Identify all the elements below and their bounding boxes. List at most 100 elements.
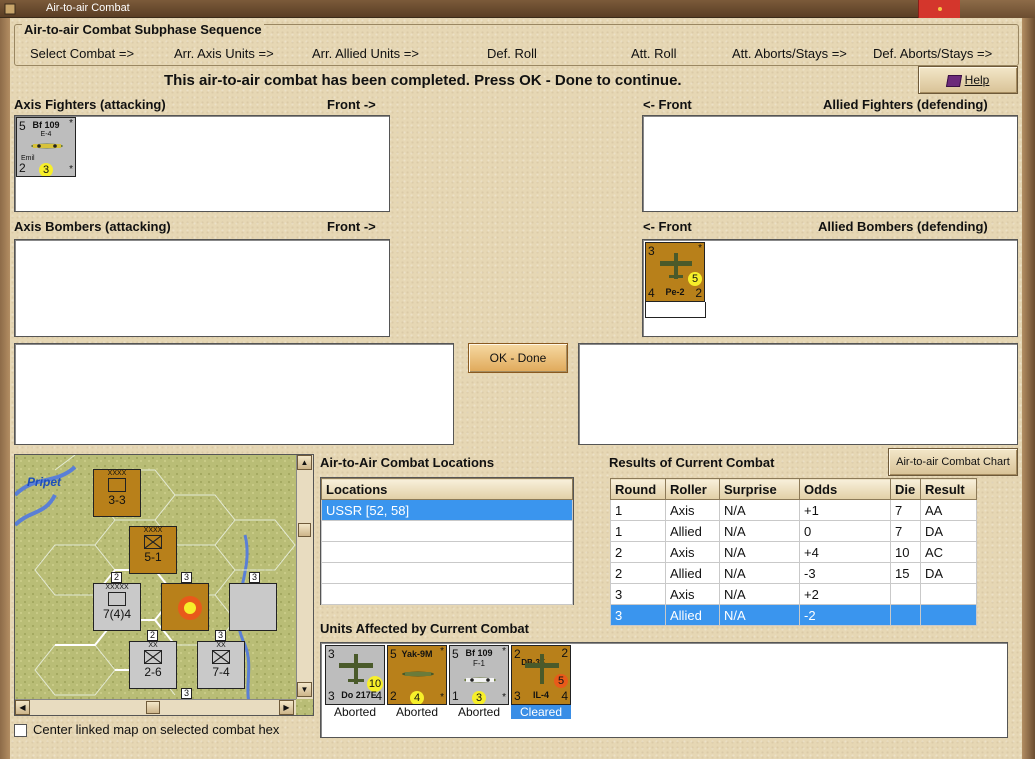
linked-map[interactable]: Pripet XXXX 3-3 XXXX 5-1 XXXXX 7(4)4 XX … bbox=[14, 454, 314, 716]
counter-range: 5 bbox=[688, 272, 702, 286]
vertical-scroll-thumb[interactable] bbox=[298, 523, 311, 537]
map-unit-counter-4[interactable]: XX 2-6 bbox=[129, 641, 177, 689]
map-unit-counter-1[interactable]: XXXX 3-3 bbox=[93, 469, 141, 517]
map-unit-size: XX bbox=[148, 642, 158, 649]
results-row-selected[interactable]: 3 Allied N/A -2 bbox=[610, 604, 977, 626]
affected-counter-bf109-f1[interactable]: 5 Bf 109 F-1 * 1 3 * bbox=[449, 645, 509, 705]
map-fighter-counter[interactable] bbox=[229, 583, 277, 631]
results-row[interactable]: 1 Axis N/A +1 7 AA bbox=[610, 499, 977, 521]
location-row-empty[interactable] bbox=[321, 583, 573, 605]
cell-die: 15 bbox=[890, 562, 921, 584]
counter-defense: 2 bbox=[390, 689, 397, 703]
affected-counter-yak9m[interactable]: 5 Yak-9M * 2 4 * bbox=[387, 645, 447, 705]
map-unit-strength: 5-1 bbox=[144, 550, 162, 564]
title-bar-decoration bbox=[960, 0, 1035, 18]
cell-result: AC bbox=[920, 541, 977, 563]
axis-message-box bbox=[14, 343, 454, 445]
counter-bomb: 2 bbox=[695, 286, 702, 300]
help-button[interactable]: Help bbox=[918, 66, 1018, 94]
stack-count-badge: 3 bbox=[181, 688, 192, 699]
allied-fighters-box[interactable] bbox=[642, 115, 1018, 212]
counter-name: Yak-9M bbox=[401, 649, 433, 659]
cell-roller: Allied bbox=[665, 520, 720, 542]
fighter-plane-icon bbox=[31, 143, 63, 149]
axis-fighters-label: Axis Fighters (attacking) bbox=[14, 97, 166, 112]
ok-done-button[interactable]: OK - Done bbox=[468, 343, 568, 373]
center-map-checkbox-label: Center linked map on selected combat hex bbox=[33, 722, 280, 737]
axis-bombers-label: Axis Bombers (attacking) bbox=[14, 219, 171, 234]
cell-roller: Axis bbox=[665, 541, 720, 563]
location-row-empty[interactable] bbox=[321, 562, 573, 584]
unit-counter-bf109-e4[interactable]: 5 Bf 109 E-4 * Emil 2 3 * bbox=[16, 117, 76, 177]
window-menu-icon[interactable] bbox=[4, 2, 40, 16]
map-unit-counter-5[interactable]: XX 7-4 bbox=[197, 641, 245, 689]
results-row[interactable]: 2 Axis N/A +4 10 AC bbox=[610, 541, 977, 563]
results-row[interactable]: 1 Allied N/A 0 7 DA bbox=[610, 520, 977, 542]
window-frame-left bbox=[0, 18, 10, 759]
results-row[interactable]: 3 Axis N/A +2 bbox=[610, 583, 977, 605]
stack-count-badge: 2 bbox=[147, 630, 158, 641]
allied-fighters-label: Allied Fighters (defending) bbox=[823, 97, 988, 112]
infantry-symbol-icon bbox=[144, 535, 162, 549]
map-vertical-scrollbar[interactable]: ▲ ▼ bbox=[296, 455, 313, 699]
stack-count-badge: 3 bbox=[249, 572, 260, 583]
horizontal-scroll-thumb[interactable] bbox=[146, 701, 160, 714]
counter-star-2: * bbox=[502, 692, 506, 703]
unit-counter-pe2[interactable]: 3 * 5 4 Pe-2 2 bbox=[645, 242, 705, 302]
help-button-label: Help bbox=[964, 73, 990, 87]
axis-bombers-front-label: Front -> bbox=[327, 219, 376, 234]
pe2-status-strip bbox=[645, 302, 706, 318]
affected-counter-il4[interactable]: 2 DB-3F 2 5 3 IL-4 4 bbox=[511, 645, 571, 705]
counter-range: 5 bbox=[554, 674, 568, 688]
scroll-down-button[interactable]: ▼ bbox=[297, 682, 312, 697]
status-message: This air-to-air combat has been complete… bbox=[164, 72, 682, 89]
center-map-checkbox[interactable] bbox=[14, 724, 27, 737]
close-button[interactable] bbox=[918, 0, 960, 18]
results-title: Results of Current Combat bbox=[609, 455, 775, 470]
cell-round: 2 bbox=[610, 562, 666, 584]
results-header-row: Round Roller Surprise Odds Die Result bbox=[610, 478, 977, 500]
counter-star-2: * bbox=[69, 164, 73, 175]
scroll-left-button[interactable]: ◀ bbox=[15, 700, 30, 715]
counter-star: * bbox=[698, 243, 702, 254]
scroll-right-button[interactable]: ▶ bbox=[279, 700, 294, 715]
map-unit-size: XXXX bbox=[107, 470, 127, 477]
help-book-icon bbox=[945, 74, 962, 87]
fighter-plane-icon bbox=[402, 671, 434, 677]
map-unit-size: XX bbox=[216, 642, 226, 649]
cell-odds: +2 bbox=[799, 583, 891, 605]
location-row-empty[interactable] bbox=[321, 541, 573, 563]
cell-result: DA bbox=[920, 520, 977, 542]
locations-title: Air-to-Air Combat Locations bbox=[320, 455, 495, 470]
results-row[interactable]: 2 Allied N/A -3 15 DA bbox=[610, 562, 977, 584]
map-unit-counter-3[interactable]: XXXXX 7(4)4 bbox=[93, 583, 141, 631]
affected-status: Aborted bbox=[395, 705, 439, 719]
affected-counter-do217[interactable]: 3 10 3 Do 217E 4 bbox=[325, 645, 385, 705]
map-unit-counter-2[interactable]: XXXX 5-1 bbox=[129, 526, 177, 574]
cell-surprise: N/A bbox=[719, 604, 800, 626]
axis-bombers-box[interactable] bbox=[14, 239, 390, 337]
locations-header: Locations bbox=[321, 478, 573, 500]
map-air-unit-stack[interactable] bbox=[161, 583, 209, 631]
cell-die: 10 bbox=[890, 541, 921, 563]
counter-bomb: 4 bbox=[561, 689, 568, 703]
window-frame-right bbox=[1022, 18, 1035, 759]
cell-die bbox=[890, 583, 921, 605]
results-header-round: Round bbox=[610, 478, 666, 500]
seq-step-def-aborts: Def. Aborts/Stays => bbox=[873, 46, 993, 61]
axis-fighters-front-label: Front -> bbox=[327, 97, 376, 112]
location-row-empty[interactable] bbox=[321, 520, 573, 542]
counter-variant: F-1 bbox=[473, 659, 485, 668]
air-combat-chart-button[interactable]: Air-to-air Combat Chart bbox=[888, 448, 1018, 476]
counter-attack: 3 bbox=[328, 647, 335, 661]
counter-attack: 3 bbox=[648, 244, 655, 258]
cell-surprise: N/A bbox=[719, 541, 800, 563]
map-horizontal-scrollbar[interactable]: ◀ ▶ bbox=[15, 699, 296, 715]
location-row[interactable]: USSR [52, 58] bbox=[321, 499, 573, 521]
cell-round: 1 bbox=[610, 499, 666, 521]
scroll-up-button[interactable]: ▲ bbox=[297, 455, 312, 470]
close-icon bbox=[938, 7, 942, 11]
stack-count-badge: 3 bbox=[181, 572, 192, 583]
armor-symbol-icon bbox=[108, 592, 126, 606]
stack-count-badge: 3 bbox=[215, 630, 226, 641]
